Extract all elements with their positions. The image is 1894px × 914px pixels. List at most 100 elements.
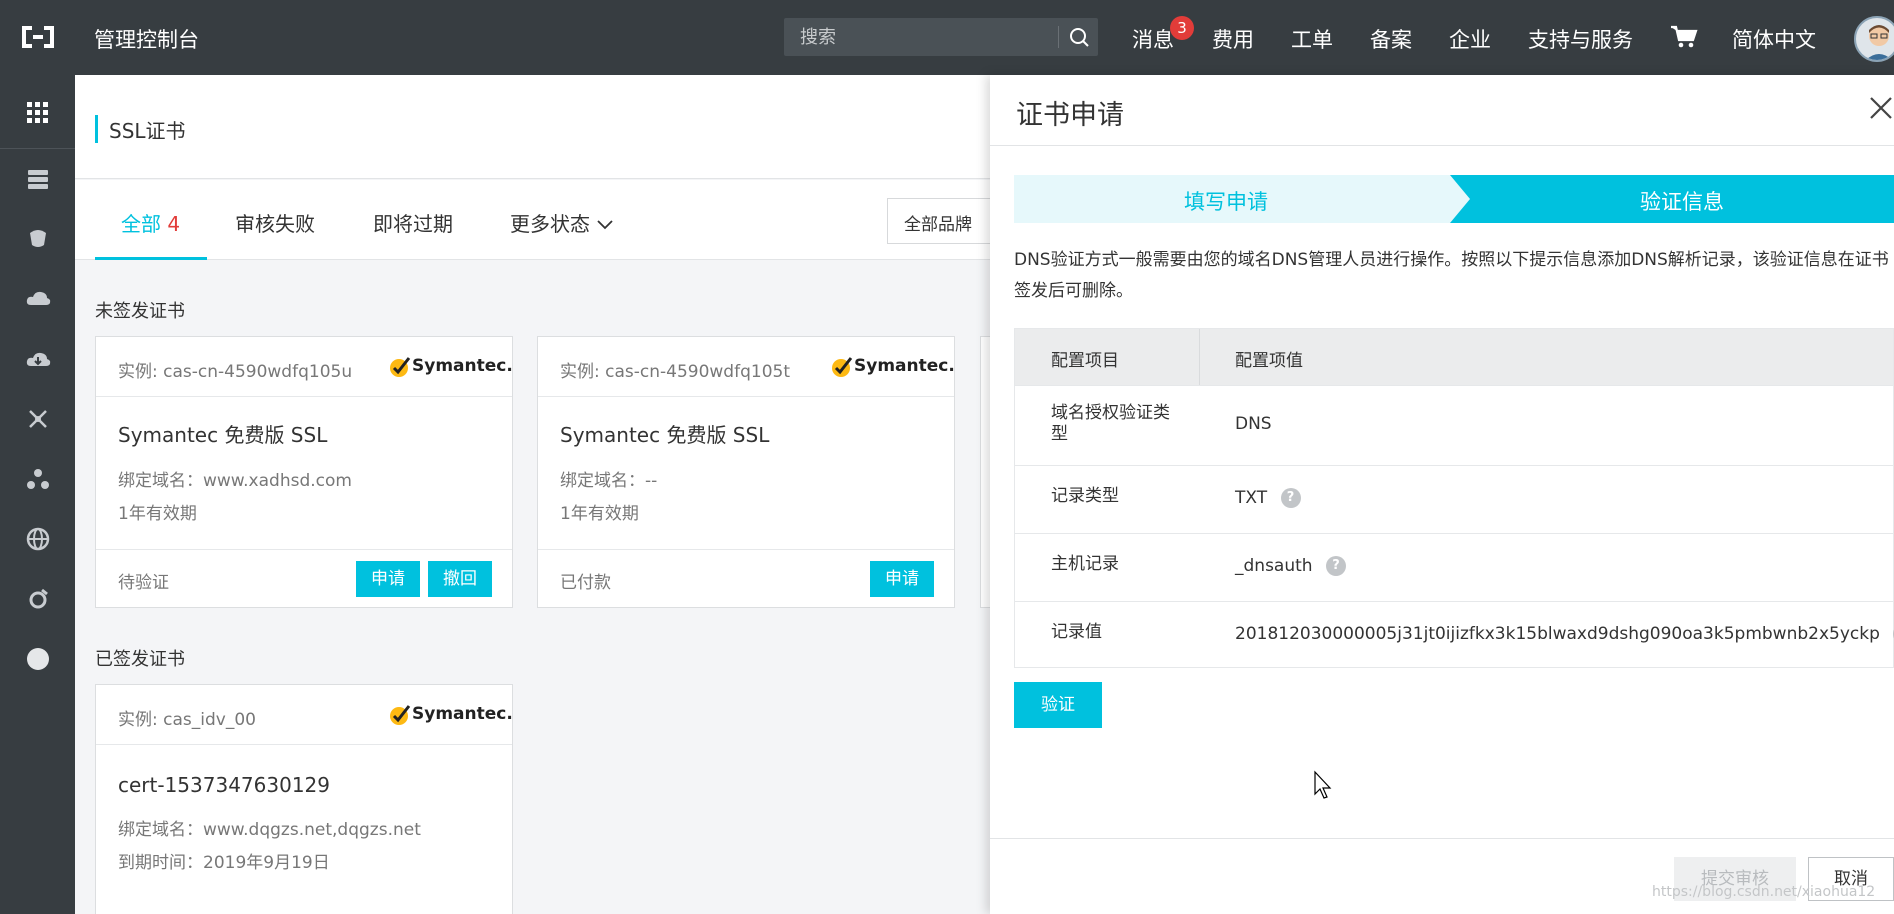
- tab-all-label: 全部: [121, 212, 161, 236]
- tab-review-failed[interactable]: 审核失败: [235, 208, 315, 237]
- card-status: 待验证: [118, 573, 169, 593]
- cert-card: 实例: cas_idv_00 Symantec. cert-1537347630…: [95, 684, 513, 914]
- mouse-cursor-icon: [1314, 770, 1332, 799]
- cert-card: 实例: cas-cn-4590wdfq105t Symantec. Symant…: [537, 336, 955, 608]
- cloud-download-icon[interactable]: [24, 345, 52, 373]
- row-value-text: _dnsauth: [1235, 556, 1313, 576]
- dns-verify-description: DNS验证方式一般需要由您的域名DNS管理人员进行操作。按照以下提示信息添加DN…: [1014, 250, 1889, 301]
- row-key: 域名授权验证类型: [1051, 403, 1170, 444]
- symantec-wordmark: Symantec.: [854, 356, 955, 376]
- nav-tickets[interactable]: 工单: [1291, 24, 1333, 54]
- tab-all-count: 4: [167, 212, 181, 236]
- apply-button[interactable]: 申请: [870, 561, 934, 597]
- apply-button[interactable]: 申请: [356, 561, 420, 597]
- message-count-badge: 3: [1170, 16, 1194, 40]
- card-product-name: Symantec 免费版 SSL: [118, 423, 328, 447]
- row-key: 主机记录: [1051, 554, 1119, 574]
- symantec-wordmark: Symantec.: [412, 356, 513, 376]
- nav-icp-filing[interactable]: 备案: [1370, 24, 1412, 54]
- table-row: 记录类型 TXT ?: [1015, 465, 1893, 533]
- card-instance-id: 实例: cas_idv_00: [118, 710, 256, 730]
- card-header: 实例: cas-cn-4590wdfq105t Symantec.: [538, 337, 955, 397]
- section-issued-title: 已签发证书: [95, 649, 185, 670]
- grid-menu-icon[interactable]: [24, 99, 52, 127]
- rail-divider: [0, 148, 75, 149]
- tab-all[interactable]: 全部 4: [121, 208, 180, 237]
- aliyun-logo-icon[interactable]: [18, 22, 58, 52]
- table-row: 域名授权验证类型 DNS: [1015, 385, 1893, 465]
- nav-support[interactable]: 支持与服务: [1528, 24, 1633, 54]
- chevron-down-icon: [597, 220, 613, 230]
- drawer-title: 证书申请: [1016, 100, 1124, 131]
- table-row: 主机记录 _dnsauth ?: [1015, 533, 1893, 601]
- card-bound-domain: 绑定域名：www.xadhsd.com: [118, 471, 352, 491]
- section-unissued-title: 未签发证书: [95, 301, 185, 322]
- tab-expiring[interactable]: 即将过期: [373, 208, 453, 237]
- database-icon[interactable]: [24, 225, 52, 253]
- console-title[interactable]: 管理控制台: [94, 24, 199, 54]
- nav-enterprise[interactable]: 企业: [1449, 24, 1491, 54]
- card-bound-domain: 绑定域名：www.dqgzs.net,dqgzs.net: [118, 820, 421, 840]
- card-status: 已付款: [560, 573, 611, 593]
- network-icon[interactable]: [24, 405, 52, 433]
- help-icon[interactable]: ?: [1280, 488, 1301, 508]
- avatar[interactable]: [1854, 16, 1894, 62]
- search-input[interactable]: [784, 18, 1058, 56]
- globe-icon[interactable]: [24, 525, 52, 553]
- row-key: 记录类型: [1051, 486, 1119, 506]
- card-footer: 待验证 申请 撤回: [96, 549, 512, 607]
- column-header-item: 配置项目: [1051, 351, 1119, 371]
- card-expiry: 到期时间：2019年9月19日: [118, 853, 330, 873]
- watermark: https://blog.csdn.net/xiaohua12: [1652, 884, 1876, 900]
- nav-billing[interactable]: 费用: [1212, 24, 1254, 54]
- tab-active-underline: [95, 257, 207, 260]
- tab-more-status[interactable]: 更多状态: [510, 208, 614, 237]
- cloud-upload-icon[interactable]: [24, 285, 52, 313]
- dns-config-table: 配置项目 配置项值 域名授权验证类型 DNS 记录类型 TXT ? 主机记录 _…: [1014, 328, 1894, 668]
- card-product-name: Symantec 免费版 SSL: [560, 423, 770, 447]
- close-icon[interactable]: [1868, 95, 1894, 121]
- row-value: TXT ?: [1235, 488, 1301, 508]
- search-divider: [1058, 26, 1059, 48]
- card-header: 实例: cas-cn-4590wdfq105u Symantec.: [96, 337, 513, 397]
- card-header: 实例: cas_idv_00 Symantec.: [96, 685, 513, 745]
- nav-language[interactable]: 简体中文: [1732, 24, 1816, 54]
- search-box: [784, 18, 1098, 56]
- card-instance-id: 实例: cas-cn-4590wdfq105t: [560, 362, 790, 382]
- step-verify-info: 验证信息: [1640, 190, 1724, 214]
- drawer-divider: [990, 145, 1894, 146]
- step-indicator: 填写申请 验证信息: [1014, 175, 1894, 223]
- certificate-apply-drawer: 证书申请 填写申请 验证信息 DNS验证方式一般需要由您的域名DNS管理人员进行…: [990, 75, 1894, 914]
- row-value: _dnsauth ?: [1235, 556, 1346, 576]
- card-validity: 1年有效期: [560, 504, 639, 524]
- symantec-check-icon: [390, 357, 411, 377]
- step-fill-application: 填写申请: [1184, 190, 1268, 214]
- card-validity: 1年有效期: [118, 504, 197, 524]
- symantec-check-icon: [832, 357, 853, 377]
- row-value-text: 201812030000005j31jt0ijizfkx3k15blwaxd9d…: [1235, 624, 1880, 644]
- verify-button[interactable]: 验证: [1014, 682, 1102, 728]
- cert-card: 实例: cas-cn-4590wdfq105u Symantec. Symant…: [95, 336, 513, 608]
- server-icon[interactable]: [24, 165, 52, 193]
- header-divider: [1199, 329, 1200, 385]
- help-icon[interactable]: ?: [1325, 556, 1346, 576]
- cart-icon[interactable]: [1670, 24, 1698, 50]
- tab-more-status-label: 更多状态: [510, 212, 590, 236]
- left-rail: [0, 75, 75, 914]
- column-header-value: 配置项值: [1235, 351, 1303, 371]
- settings-icon[interactable]: [24, 585, 52, 613]
- card-bound-domain: 绑定域名：--: [560, 471, 658, 491]
- row-value: 201812030000005j31jt0ijizfkx3k15blwaxd9d…: [1235, 624, 1894, 644]
- page-header: SSL证书: [75, 75, 1025, 179]
- revoke-button[interactable]: 撤回: [428, 561, 492, 597]
- more-icon[interactable]: [24, 645, 52, 673]
- symantec-logo: Symantec.: [388, 703, 513, 729]
- top-bar: 管理控制台 消息 3 费用 工单 备案 企业 支持与服务 简体中文: [0, 0, 1894, 75]
- symantec-logo: Symantec.: [830, 355, 955, 381]
- row-value-text: TXT: [1235, 488, 1268, 508]
- nav-messages[interactable]: 消息: [1132, 24, 1174, 54]
- step-arrows: [1014, 175, 1894, 223]
- cluster-icon[interactable]: [24, 465, 52, 493]
- search-icon[interactable]: [1062, 20, 1096, 54]
- symantec-logo: Symantec.: [388, 355, 513, 381]
